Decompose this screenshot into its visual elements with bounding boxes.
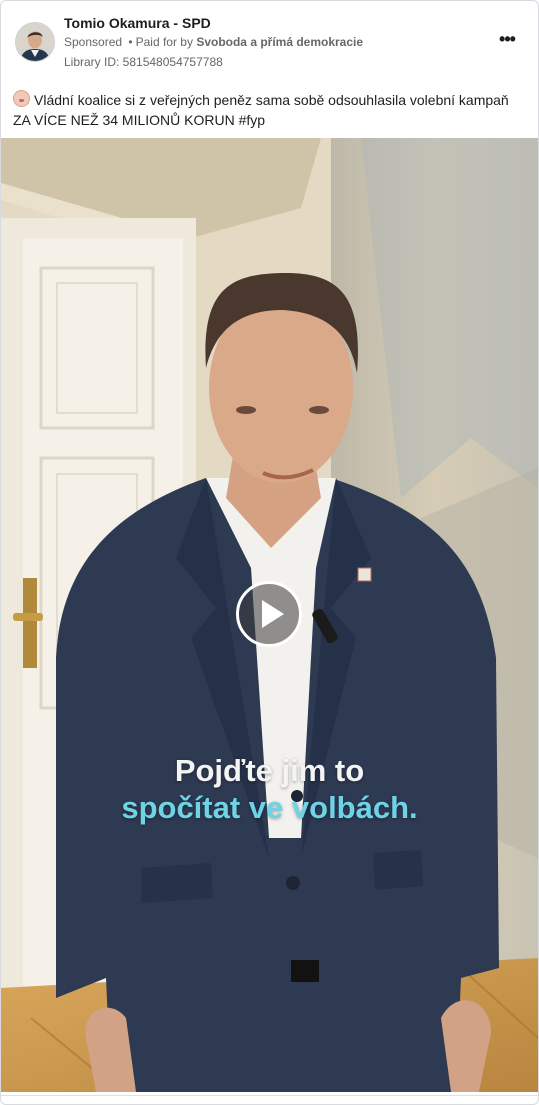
payer-name[interactable]: Svoboda a přímá demokracie	[196, 35, 363, 49]
library-id: Library ID: 581548054757788	[64, 55, 223, 69]
post-header: Tomio Okamura - SPD Sponsored • Paid for …	[1, 1, 538, 81]
avatar-image	[16, 23, 54, 61]
meta-separator: •	[128, 35, 133, 49]
ad-card: Tomio Okamura - SPD Sponsored • Paid for …	[0, 0, 539, 1105]
subtitle-line-2: spočítat ve volbách.	[121, 790, 418, 825]
post-caption: Vládní koalice si z veřejných peněz sama…	[13, 90, 525, 130]
page-name[interactable]: Tomio Okamura - SPD	[64, 15, 211, 31]
subtitle-line-1: Pojďte jim to	[174, 753, 365, 788]
card-divider	[1, 1095, 538, 1096]
paid-for-label: Paid for by	[135, 35, 193, 49]
play-button[interactable]	[236, 581, 302, 647]
caption-line-2: ZA VÍCE NEŽ 34 MILIONŮ KORUN #fyp	[13, 112, 266, 128]
sponsored-meta: Sponsored • Paid for by Svoboda a přímá d…	[64, 35, 363, 49]
more-options-button[interactable]: •••	[493, 29, 521, 53]
play-icon	[262, 600, 284, 628]
face-emoji-icon	[13, 90, 30, 107]
avatar[interactable]	[15, 22, 55, 62]
sponsored-label: Sponsored	[64, 35, 123, 49]
video-player[interactable]: Pojďte jim to spočítat ve volbách.	[1, 138, 538, 1092]
caption-line-1: Vládní koalice si z veřejných peněz sama…	[34, 92, 509, 108]
